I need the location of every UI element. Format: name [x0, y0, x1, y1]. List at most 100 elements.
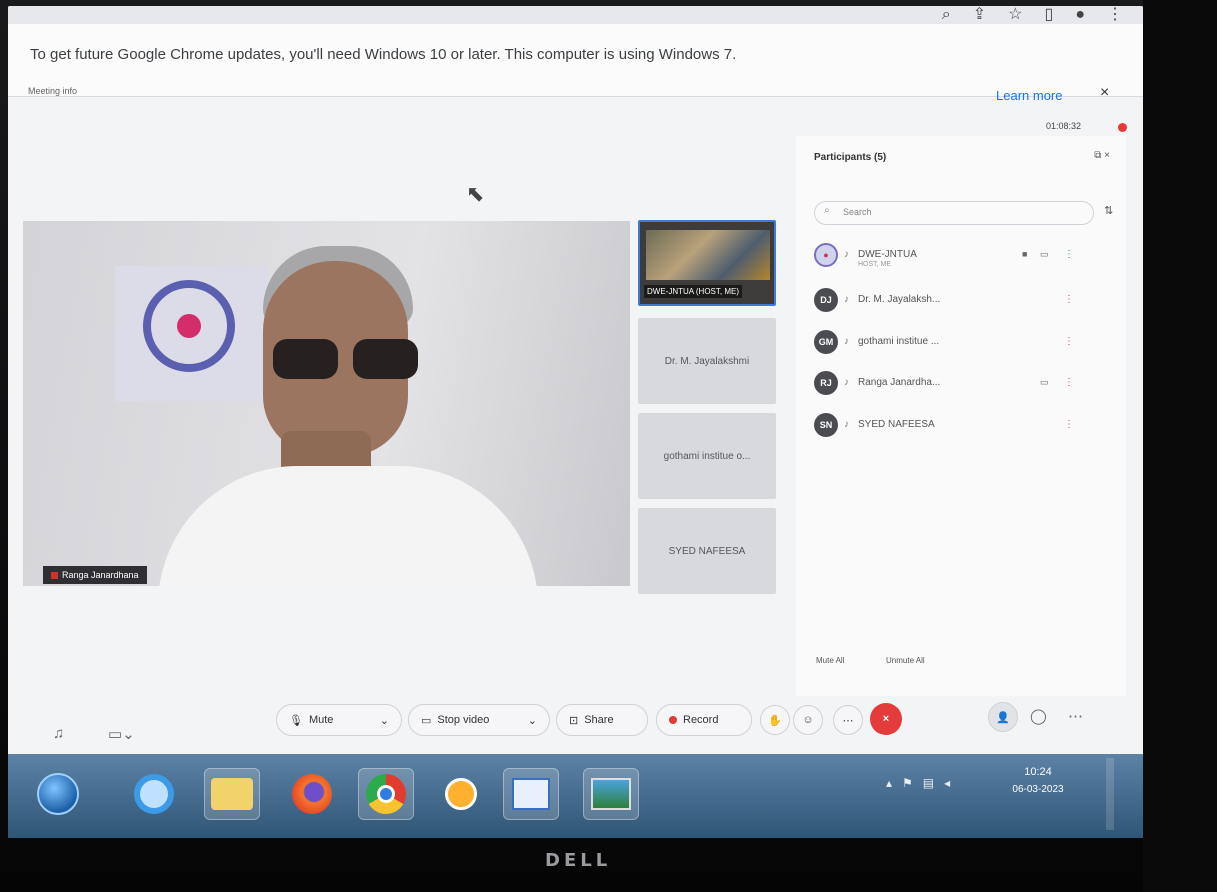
volume-icon[interactable]: ◂	[944, 776, 960, 790]
university-seal-image	[115, 266, 267, 401]
media-player-icon	[445, 778, 477, 810]
mute-all-button[interactable]: Mute All	[816, 656, 844, 665]
record-icon	[669, 716, 677, 724]
thumbnail-host-video[interactable]: DWE-JNTUA (HOST, ME)	[638, 220, 776, 306]
main-video[interactable]: Ranga Janardhana	[23, 221, 630, 586]
folder-icon	[211, 778, 253, 810]
more-options-icon[interactable]: ⋮	[1064, 249, 1074, 260]
participant-search-input[interactable]: Search	[814, 201, 1094, 225]
taskbar-word[interactable]	[503, 768, 559, 820]
participant-row[interactable]: ● ♪ DWE-JNTUA HOST, ME ■ ▭ ⋮	[814, 241, 1094, 271]
participant-role: HOST, ME	[858, 261, 892, 268]
muted-mic-icon	[51, 572, 58, 580]
more-panel-icon[interactable]: ⋯	[1068, 707, 1083, 725]
share-button[interactable]: ⊡ Share	[556, 704, 648, 736]
flag-icon[interactable]: ⚑	[902, 776, 923, 790]
start-button[interactable]	[30, 768, 86, 820]
clock-date: 06-03-2023	[1012, 784, 1064, 795]
screen: ⌕ ⇪ ☆ ▯ ● ⋮ To get future Google Chrome …	[8, 6, 1143, 838]
mute-button[interactable]: 🎙 Mute ⌄	[276, 704, 402, 736]
thumbnail-participant[interactable]: gothami institue o...	[638, 413, 776, 499]
leave-meeting-button[interactable]: ×	[870, 703, 902, 735]
participant-row[interactable]: DJ ♪ Dr. M. Jayalaksh... ⋮	[814, 286, 1094, 316]
share-label: Share	[584, 714, 614, 726]
avatar: DJ	[814, 288, 838, 312]
internet-explorer-icon	[134, 774, 174, 814]
sort-icon[interactable]: ⇅	[1104, 204, 1113, 217]
more-options-icon[interactable]: ⋮	[1064, 419, 1074, 430]
clock-time: 10:24	[1024, 766, 1052, 778]
close-icon[interactable]: ×	[1100, 84, 1109, 102]
avatar: RJ	[814, 371, 838, 395]
windows-orb-icon	[37, 773, 79, 815]
share-screen-icon: ⊡	[569, 714, 579, 727]
side-panel-icon[interactable]: ▯	[1045, 6, 1054, 24]
chevron-down-icon: ⌄	[527, 714, 537, 727]
tray-expand-icon[interactable]: ▴	[886, 776, 902, 790]
reactions-button[interactable]: ☺	[793, 705, 823, 735]
participants-button[interactable]: 👤	[988, 702, 1018, 732]
taskbar-photo-viewer[interactable]	[583, 768, 639, 820]
participants-title: Participants (5)	[814, 152, 887, 163]
layout-icon[interactable]: ▭⌄	[108, 725, 135, 743]
record-button[interactable]: Record	[656, 704, 752, 736]
speaker-name-tag: Ranga Janardhana	[43, 566, 147, 584]
taskbar-file-explorer[interactable]	[204, 768, 260, 820]
chevron-down-icon: ⌄	[379, 714, 389, 727]
meeting-control-bar: ♫ ▭⌄ 🎙 Mute ⌄ ▭ Stop video ⌄ ⊡ Share Rec…	[8, 682, 1143, 744]
microphone-icon: 🎙	[289, 714, 303, 727]
mic-icon: ♪	[844, 294, 849, 305]
speaker-name: Ranga Janardhana	[62, 570, 139, 580]
participant-name: Ranga Janardha...	[858, 377, 941, 388]
monitor-right-edge	[1143, 0, 1217, 892]
update-banner: To get future Google Chrome updates, you…	[8, 24, 1143, 103]
camera-icon: ▭	[421, 714, 432, 727]
taskbar-clock[interactable]: 10:24 06-03-2023	[1003, 766, 1073, 795]
thumbnail-participant[interactable]: SYED NAFEESA	[638, 508, 776, 594]
zoom-icon[interactable]: ⌕	[942, 6, 951, 24]
unmute-all-button[interactable]: Unmute All	[886, 656, 925, 665]
avatar: GM	[814, 330, 838, 354]
chat-icon: ■	[1022, 249, 1028, 259]
panel-popout-icon[interactable]: ⧉ ×	[1094, 150, 1110, 161]
participant-name: SYED NAFEESA	[858, 419, 935, 430]
more-options-button[interactable]: ⋯	[833, 705, 863, 735]
chrome-icon	[366, 774, 406, 814]
taskbar-media-player[interactable]	[433, 768, 489, 820]
more-options-icon[interactable]: ⋮	[1064, 336, 1074, 347]
participants-panel: Participants (5) ⧉ × Search ⌕ ⇅ ● ♪ DWE-…	[796, 136, 1126, 696]
monitor-brand-logo: DELL	[545, 850, 612, 871]
taskbar-internet-explorer[interactable]	[126, 768, 182, 820]
search-icon: ⌕	[824, 205, 830, 216]
participant-row[interactable]: SN ♪ SYED NAFEESA ⋮	[814, 411, 1094, 441]
profile-icon[interactable]: ●	[1075, 6, 1085, 24]
taskbar-firefox[interactable]	[284, 768, 340, 820]
learn-more-link[interactable]: Learn more	[996, 88, 1062, 103]
meeting-info-link[interactable]: Meeting info	[28, 86, 77, 96]
audio-settings-icon[interactable]: ♫	[53, 725, 64, 742]
recording-timer: 01:08:32	[1046, 121, 1082, 131]
show-desktop-button[interactable]	[1106, 758, 1114, 830]
system-tray[interactable]: ▴⚑▤◂	[886, 776, 960, 790]
share-icon[interactable]: ⇪	[973, 6, 986, 24]
recording-indicator-icon	[1118, 123, 1127, 132]
windows-taskbar: ▴⚑▤◂ 10:24 06-03-2023	[8, 754, 1143, 838]
speaker-glasses	[273, 339, 423, 379]
thumbnail-label: DWE-JNTUA (HOST, ME)	[644, 285, 742, 298]
mute-label: Mute	[308, 714, 334, 726]
chrome-menu-icon[interactable]: ⋮	[1107, 6, 1123, 24]
stop-video-button[interactable]: ▭ Stop video ⌄	[408, 704, 550, 736]
participant-row[interactable]: RJ ♪ Ranga Janardha... ▭ ⋮	[814, 369, 1094, 399]
chat-button-icon[interactable]: ◯	[1030, 707, 1047, 725]
stop-video-label: Stop video	[437, 714, 490, 726]
thumbnail-participant[interactable]: Dr. M. Jayalakshmi	[638, 318, 776, 404]
bookmark-star-icon[interactable]: ☆	[1008, 6, 1022, 24]
taskbar-chrome[interactable]	[358, 768, 414, 820]
participant-name: Dr. M. Jayalaksh...	[858, 294, 941, 305]
more-options-icon[interactable]: ⋮	[1064, 377, 1074, 388]
more-options-icon[interactable]: ⋮	[1064, 294, 1074, 305]
participant-row[interactable]: GM ♪ gothami institue ... ⋮	[814, 328, 1094, 358]
raise-hand-button[interactable]: ✋	[760, 705, 790, 735]
network-icon[interactable]: ▤	[923, 776, 944, 790]
chrome-toolbar: ⌕ ⇪ ☆ ▯ ● ⋮	[8, 6, 1143, 24]
